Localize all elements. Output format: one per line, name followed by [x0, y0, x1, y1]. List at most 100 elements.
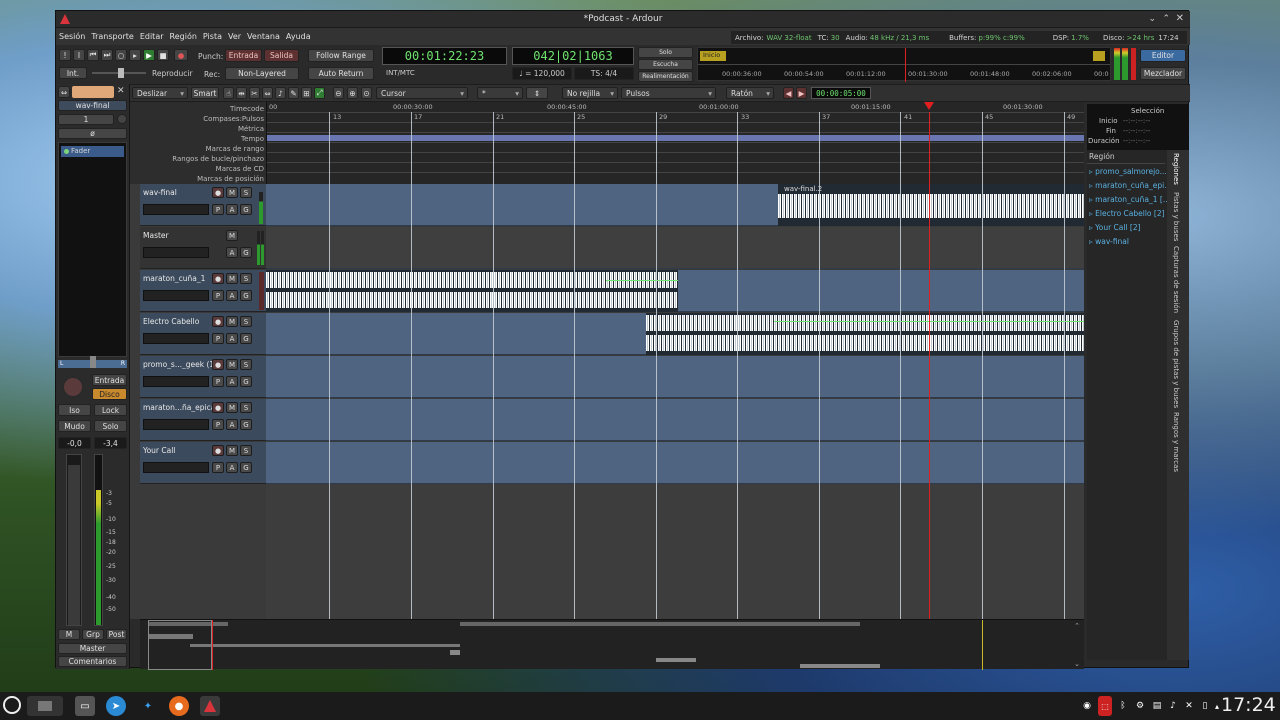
- track-mute-button[interactable]: M: [226, 359, 238, 370]
- track-rec-button[interactable]: ●: [212, 316, 224, 327]
- track-lane-master[interactable]: [266, 227, 1084, 269]
- clipboard-icon[interactable]: ▤: [1150, 696, 1164, 716]
- track-playlist-button[interactable]: P: [212, 290, 224, 301]
- track-name[interactable]: Your Call: [143, 446, 213, 455]
- loop-icon[interactable]: ○: [115, 49, 127, 61]
- track-mute-button[interactable]: M: [226, 187, 238, 198]
- track-fader[interactable]: [143, 333, 209, 344]
- track-fader[interactable]: [143, 247, 209, 258]
- start-menu-icon[interactable]: [3, 696, 21, 714]
- input-button[interactable]: 1: [58, 114, 114, 125]
- region-maraton-cuna-1[interactable]: [266, 270, 678, 312]
- strip-width-icon[interactable]: ⇔: [58, 86, 70, 98]
- track-fader[interactable]: [143, 290, 209, 301]
- mute-button[interactable]: Mudo: [58, 420, 91, 432]
- record-icon[interactable]: ●: [174, 49, 188, 61]
- track-solo-button[interactable]: S: [240, 359, 252, 370]
- track-automation-button[interactable]: A: [226, 290, 238, 301]
- track-solo-button[interactable]: S: [240, 273, 252, 284]
- volume-icon[interactable]: ♪: [1166, 696, 1180, 716]
- track-solo-button[interactable]: S: [240, 316, 252, 327]
- menu-editar[interactable]: Editar: [140, 32, 164, 41]
- edit-point-select[interactable]: Ratón: [726, 87, 774, 99]
- auto-return-button[interactable]: Auto Return: [308, 67, 374, 80]
- peak-display[interactable]: -3,4: [94, 437, 127, 449]
- track-solo-button[interactable]: S: [240, 402, 252, 413]
- rec-mode-select[interactable]: Non-Layered: [225, 67, 299, 80]
- tray-app-icon[interactable]: ◉: [1080, 696, 1094, 716]
- maximize-icon[interactable]: ⌃: [1162, 14, 1170, 24]
- output-button[interactable]: Master: [58, 643, 127, 654]
- telegram-icon[interactable]: ➤: [106, 696, 126, 716]
- track-fader[interactable]: [143, 204, 209, 215]
- file-manager-icon[interactable]: ▭: [75, 696, 95, 716]
- track-mute-button[interactable]: M: [226, 402, 238, 413]
- tray-tool-icon[interactable]: ⚙: [1133, 696, 1147, 716]
- track-group-button[interactable]: G: [240, 419, 252, 430]
- range-tool-icon[interactable]: ⇹: [236, 87, 247, 99]
- track-playlist-button[interactable]: P: [212, 419, 224, 430]
- strip-color-swatch[interactable]: [72, 86, 114, 98]
- follow-range-button[interactable]: Follow Range: [308, 49, 374, 62]
- menu-pista[interactable]: Pista: [203, 32, 222, 41]
- track-name[interactable]: promo_s..._geek (1): [143, 360, 213, 369]
- track-group-button[interactable]: G: [240, 462, 252, 473]
- tray-pdf-icon[interactable]: ⬚: [1098, 696, 1112, 716]
- track-rec-button[interactable]: ●: [212, 359, 224, 370]
- track-header[interactable]: wav-final ● M S P A G: [140, 184, 266, 226]
- track-playlist-button[interactable]: P: [212, 462, 224, 473]
- comments-button[interactable]: Comentarios: [58, 656, 127, 667]
- track-automation-button[interactable]: A: [226, 204, 238, 215]
- track-fader[interactable]: [143, 462, 209, 473]
- track-automation-button[interactable]: A: [226, 333, 238, 344]
- secondary-clock[interactable]: 042|02|1063: [512, 47, 634, 65]
- track-header[interactable]: Your Call ● M S P A G: [140, 442, 266, 484]
- strip-name-button[interactable]: wav-final: [58, 100, 127, 111]
- group-button[interactable]: Grp: [82, 629, 104, 640]
- realimentacion-button[interactable]: Realimentación: [638, 71, 693, 82]
- track-lane[interactable]: [266, 356, 1084, 398]
- track-group-button[interactable]: G: [240, 376, 252, 387]
- audition-tool-icon[interactable]: ♪: [275, 87, 286, 99]
- mini-timeline[interactable]: Inicio 00:00:36:00 00:00:54:00 00:01:12:…: [697, 47, 1111, 82]
- ruler-lanes[interactable]: 00 00:00:30:00 00:00:45:00 00:01:00:00 0…: [266, 102, 1084, 184]
- internal-edit-icon[interactable]: ⤢: [314, 87, 325, 99]
- minimize-icon[interactable]: ⌄: [1148, 14, 1156, 24]
- track-lane[interactable]: [266, 313, 1084, 355]
- track-mute-button[interactable]: M: [226, 230, 238, 241]
- track-name[interactable]: Master: [143, 231, 213, 240]
- region-list-item[interactable]: ▹ wav-final: [1089, 237, 1129, 246]
- track-group-button[interactable]: G: [240, 290, 252, 301]
- track-fader[interactable]: [143, 419, 209, 430]
- play-range-icon[interactable]: ▸: [129, 49, 141, 61]
- post-button[interactable]: Post: [106, 629, 127, 640]
- summary-view-box[interactable]: [148, 620, 212, 670]
- region-electro-cabello[interactable]: [646, 313, 1084, 355]
- region-list-item[interactable]: ▹ Electro Cabello [2]: [1089, 209, 1165, 218]
- track-fader[interactable]: [143, 376, 209, 387]
- track-name[interactable]: Electro Cabello: [143, 317, 213, 326]
- tab-capturas[interactable]: Capturas de sesión: [1172, 246, 1180, 313]
- shrink-tracks-icon[interactable]: ⇕: [526, 87, 548, 99]
- track-header[interactable]: promo_s..._geek (1) ● M S P A G: [140, 356, 266, 398]
- menu-region[interactable]: Región: [170, 32, 197, 41]
- meter-display[interactable]: TS: 4/4: [574, 67, 634, 80]
- track-mute-button[interactable]: M: [226, 445, 238, 456]
- track-solo-button[interactable]: S: [240, 445, 252, 456]
- summary-pane[interactable]: ⌃ ⌄: [140, 619, 1084, 670]
- stop-icon[interactable]: ■: [157, 49, 169, 61]
- gain-fader[interactable]: [66, 454, 82, 626]
- track-automation-button[interactable]: A: [226, 247, 238, 258]
- edit-mode-select[interactable]: Deslizar: [132, 87, 188, 99]
- track-group-button[interactable]: G: [240, 333, 252, 344]
- track-mute-button[interactable]: M: [226, 316, 238, 327]
- shuttle-handle[interactable]: [118, 68, 124, 78]
- snap-select[interactable]: No rejilla: [562, 87, 618, 99]
- desktop-pager[interactable]: [27, 696, 63, 716]
- panic-button[interactable]: !: [59, 49, 71, 61]
- tempo-curve[interactable]: [267, 135, 1084, 141]
- smart-mode-button[interactable]: Smart: [191, 87, 219, 99]
- track-header[interactable]: maraton...ña_epica ● M S P A G: [140, 399, 266, 441]
- editor-button[interactable]: Editor: [1140, 49, 1186, 62]
- track-header-master[interactable]: Master M A G: [140, 227, 266, 269]
